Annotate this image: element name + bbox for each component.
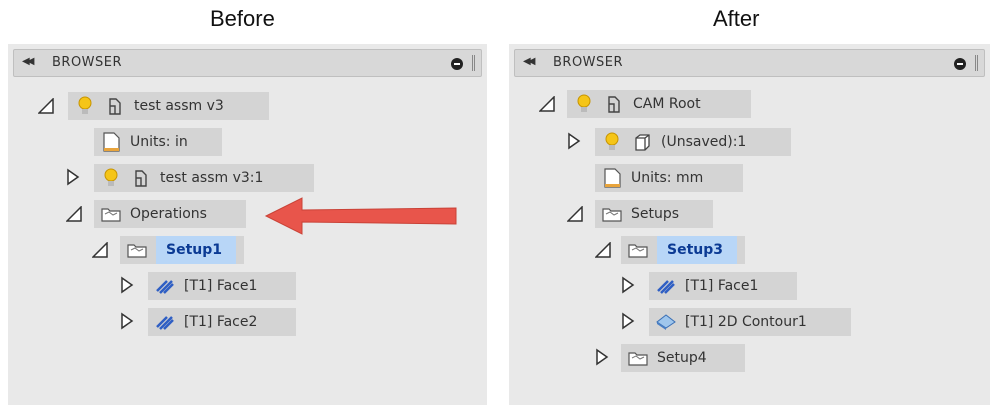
- collapse-triangle-icon[interactable]: [567, 206, 583, 226]
- tree-node-root[interactable]: test assm v3: [68, 92, 269, 120]
- expand-triangle-icon[interactable]: [621, 312, 635, 332]
- browser-panel-after: ◀◀ BROWSER CAM Root (Unsaved):1 Units: m…: [509, 44, 990, 405]
- collapse-double-arrow-icon[interactable]: ◀◀: [523, 56, 536, 67]
- folder-icon: [601, 203, 623, 225]
- node-label: CAM Root: [633, 96, 701, 112]
- expand-triangle-icon[interactable]: [66, 168, 80, 188]
- browser-title: BROWSER: [553, 55, 624, 70]
- tree-node-face1[interactable]: [T1] Face1: [649, 272, 797, 300]
- component-icon: [130, 167, 152, 189]
- expand-triangle-icon[interactable]: [120, 276, 134, 296]
- expand-triangle-icon[interactable]: [595, 348, 609, 368]
- folder-icon: [100, 203, 122, 225]
- tree-node-setup1[interactable]: Setup1: [120, 236, 244, 264]
- node-label: [T1] Face1: [685, 278, 759, 294]
- collapse-triangle-icon[interactable]: [38, 98, 54, 118]
- box-icon: [631, 131, 653, 153]
- node-label: Setups: [631, 206, 680, 222]
- lightbulb-icon[interactable]: [100, 167, 122, 189]
- node-label: test assm v3: [134, 98, 224, 114]
- node-label: Setup1: [156, 236, 236, 264]
- node-label: [T1] 2D Contour1: [685, 314, 807, 330]
- component-icon: [603, 93, 625, 115]
- document-icon: [100, 131, 122, 153]
- tree-node-face2[interactable]: [T1] Face2: [148, 308, 296, 336]
- tree-node-face1[interactable]: [T1] Face1: [148, 272, 296, 300]
- collapse-triangle-icon[interactable]: [539, 96, 555, 116]
- grip-handle[interactable]: [975, 55, 978, 71]
- collapse-triangle-icon[interactable]: [595, 242, 611, 262]
- node-label: [T1] Face1: [184, 278, 258, 294]
- contour-icon: [655, 311, 677, 333]
- browser-header: ◀◀ BROWSER: [514, 49, 985, 77]
- tree-node-occurrence[interactable]: test assm v3:1: [94, 164, 314, 192]
- expand-triangle-icon[interactable]: [621, 276, 635, 296]
- tree-node-cam-root[interactable]: CAM Root: [567, 90, 751, 118]
- toolpath-icon: [154, 275, 176, 297]
- tree-node-2d-contour1[interactable]: [T1] 2D Contour1: [649, 308, 851, 336]
- tree-node-units[interactable]: Units: in: [94, 128, 222, 156]
- toolpath-icon: [154, 311, 176, 333]
- node-label: Setup3: [657, 236, 737, 264]
- expand-triangle-icon[interactable]: [567, 132, 581, 152]
- minus-circle-icon[interactable]: [954, 58, 966, 70]
- tree-node-units[interactable]: Units: mm: [595, 164, 743, 192]
- tree-node-setups[interactable]: Setups: [595, 200, 713, 228]
- node-label: test assm v3:1: [160, 170, 264, 186]
- component-icon: [104, 95, 126, 117]
- collapse-double-arrow-icon[interactable]: ◀◀: [22, 56, 35, 67]
- document-icon: [601, 167, 623, 189]
- lightbulb-icon[interactable]: [601, 131, 623, 153]
- grip-handle[interactable]: [472, 55, 475, 71]
- node-label: Setup4: [657, 350, 707, 366]
- caption-before: Before: [210, 6, 275, 31]
- tree-node-unsaved[interactable]: (Unsaved):1: [595, 128, 791, 156]
- node-label: Operations: [130, 206, 207, 222]
- lightbulb-icon[interactable]: [74, 95, 96, 117]
- browser-header: ◀◀ BROWSER: [13, 49, 482, 77]
- tree-node-setup3[interactable]: Setup3: [621, 236, 745, 264]
- browser-title: BROWSER: [52, 55, 123, 70]
- node-label: [T1] Face2: [184, 314, 258, 330]
- node-label: (Unsaved):1: [661, 134, 747, 150]
- tree-node-setup4[interactable]: Setup4: [621, 344, 745, 372]
- collapse-triangle-icon[interactable]: [92, 242, 108, 262]
- node-label: Units: in: [130, 134, 188, 150]
- minus-circle-icon[interactable]: [451, 58, 463, 70]
- expand-triangle-icon[interactable]: [120, 312, 134, 332]
- lightbulb-icon[interactable]: [573, 93, 595, 115]
- tree-node-operations[interactable]: Operations: [94, 200, 246, 228]
- folder-icon: [627, 347, 649, 369]
- folder-icon: [126, 239, 148, 261]
- collapse-triangle-icon[interactable]: [66, 206, 82, 226]
- node-label: Units: mm: [631, 170, 704, 186]
- toolpath-icon: [655, 275, 677, 297]
- callout-arrow-icon: [264, 194, 464, 238]
- folder-icon: [627, 239, 649, 261]
- caption-after: After: [713, 6, 760, 31]
